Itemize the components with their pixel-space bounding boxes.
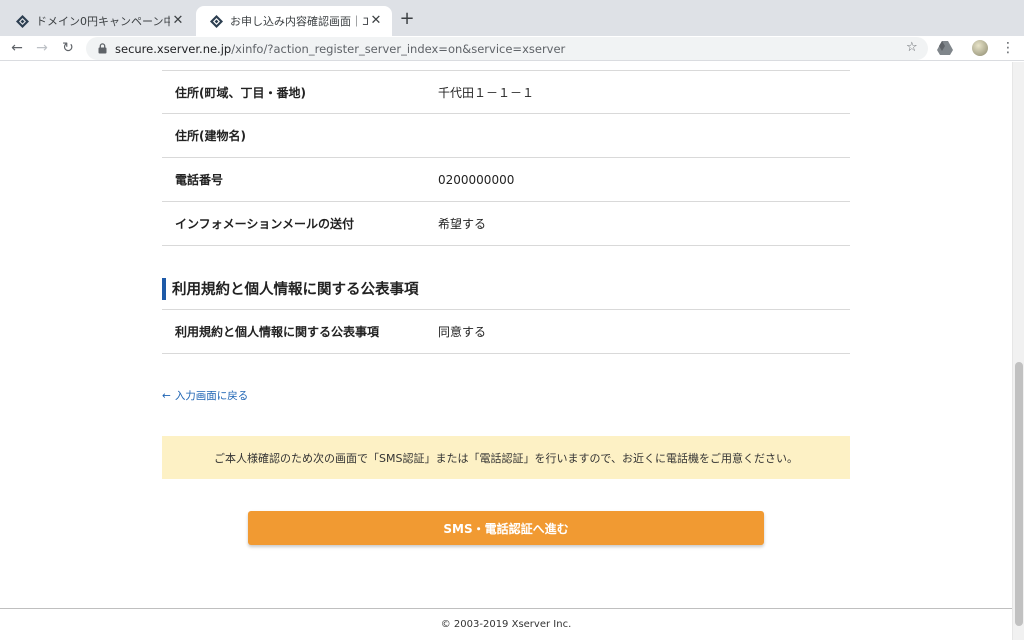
row-value: 0200000000 <box>438 172 515 187</box>
row-label: 住所(町域、丁目・番地) <box>175 85 306 100</box>
copyright-text: © 2003-2019 Xserver Inc. <box>440 619 572 630</box>
application-details-table: 住所(町域、丁目・番地) 千代田１－１－１ 住所(建物名) 電話番号 02000… <box>162 70 850 246</box>
identity-verification-notice: ご本人様確認のため次の画面で「SMS認証」または「電話認証」を行いますので、お近… <box>162 436 850 479</box>
browser-menu-icon[interactable]: ⋮ <box>1001 39 1015 57</box>
xserver-favicon-icon <box>16 14 29 28</box>
tab-title: お申し込み内容確認画面｜エックス <box>230 15 368 28</box>
browser-tab-application-confirm[interactable]: お申し込み内容確認画面｜エックス ✕ <box>196 6 392 36</box>
row-label: 利用規約と個人情報に関する公表事項 <box>175 325 380 339</box>
row-value: 千代田１－１－１ <box>438 85 535 100</box>
page-scrollbar[interactable] <box>1012 62 1024 640</box>
proceed-sms-phone-auth-button[interactable]: SMS・電話認証へ進む <box>248 511 764 545</box>
row-value: 同意する <box>438 325 487 339</box>
row-value: 希望する <box>438 217 487 231</box>
table-row: 利用規約と個人情報に関する公表事項 同意する <box>162 310 850 354</box>
table-row: 電話番号 0200000000 <box>162 158 850 202</box>
row-label: 電話番号 <box>175 173 224 187</box>
reload-icon[interactable]: ↻ <box>59 39 77 57</box>
table-row: 住所(町域、丁目・番地) 千代田１－１－１ <box>162 70 850 114</box>
table-row: 住所(建物名) <box>162 114 850 158</box>
notice-text: ご本人様確認のため次の画面で「SMS認証」または「電話認証」を行いますので、お近… <box>213 451 798 465</box>
browser-tab-domain-campaign[interactable]: ドメイン0円キャンペーン中！レン ✕ <box>2 6 194 36</box>
row-label: インフォメーションメールの送付 <box>175 217 355 231</box>
url-path: /xinfo/?action_register_server_index=on&… <box>231 41 566 56</box>
address-bar[interactable]: secure.xserver.ne.jp/xinfo/?action_regis… <box>86 37 928 60</box>
lock-icon <box>98 43 107 54</box>
confirmation-content: 住所(町域、丁目・番地) 千代田１－１－１ 住所(建物名) 電話番号 02000… <box>162 62 850 545</box>
row-label: 住所(建物名) <box>175 129 246 143</box>
browser-tab-strip: ドメイン0円キャンペーン中！レン ✕ お申し込み内容確認画面｜エックス ✕ + <box>0 0 1024 36</box>
profile-avatar[interactable] <box>972 40 988 56</box>
back-arrow-icon[interactable]: ← <box>8 39 26 57</box>
tab-close-icon[interactable]: ✕ <box>170 13 186 29</box>
browser-toolbar: ← → ↻ secure.xserver.ne.jp/xinfo/?action… <box>0 36 1024 61</box>
scrollbar-thumb[interactable] <box>1015 362 1023 626</box>
back-to-input-link[interactable]: ← 入力画面に戻る <box>162 388 248 403</box>
cta-label: SMS・電話認証へ進む <box>443 521 569 536</box>
tab-title: ドメイン0円キャンペーン中！レン <box>36 15 170 28</box>
tab-close-icon[interactable]: ✕ <box>368 13 384 29</box>
drive-extension-icon[interactable] <box>937 41 953 55</box>
left-arrow-icon: ← <box>162 389 171 402</box>
back-link-label: 入力画面に戻る <box>174 390 249 402</box>
section-title-terms: 利用規約と個人情報に関する公表事項 <box>162 268 850 310</box>
page-footer: © 2003-2019 Xserver Inc. <box>0 608 1012 640</box>
forward-arrow-icon[interactable]: → <box>33 39 51 57</box>
table-row: インフォメーションメールの送付 希望する <box>162 202 850 246</box>
new-tab-button[interactable]: + <box>398 10 416 28</box>
xserver-favicon-icon <box>210 14 223 28</box>
url-host: secure.xserver.ne.jp <box>115 41 232 56</box>
bookmark-star-icon[interactable]: ☆ <box>906 41 920 55</box>
page-viewport: 住所(町域、丁目・番地) 千代田１－１－１ 住所(建物名) 電話番号 02000… <box>0 62 1012 640</box>
